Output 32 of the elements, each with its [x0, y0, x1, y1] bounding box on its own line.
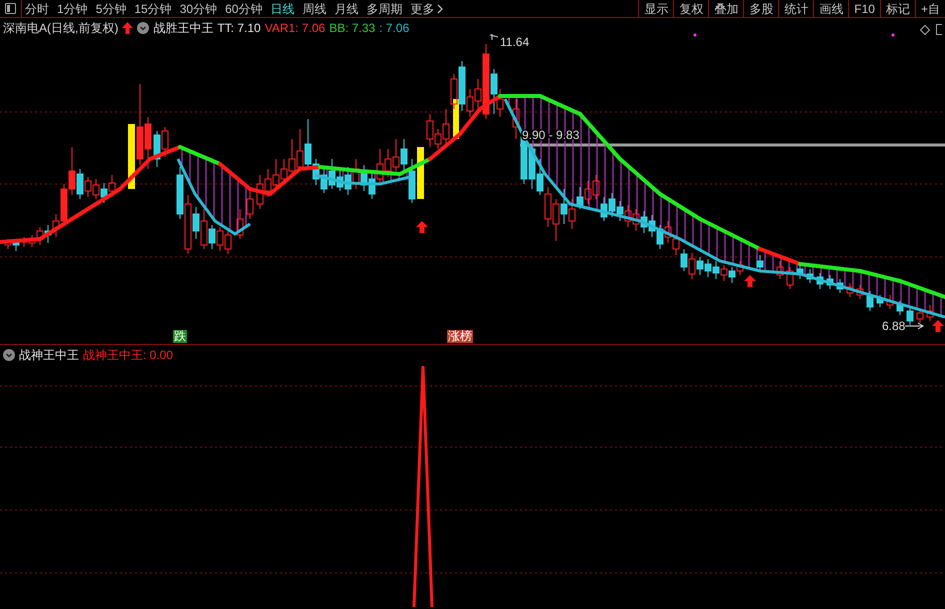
price-label: 6.88 — [882, 319, 906, 333]
signal-label: 跌 — [173, 330, 187, 343]
toolbar-button[interactable]: 统计 — [778, 0, 814, 17]
indicator-name: 战胜王中王 — [153, 20, 214, 37]
period-tab[interactable]: 月线 — [334, 0, 358, 16]
price-label: 11.64 — [500, 35, 530, 49]
period-tab[interactable]: 30分钟 — [180, 0, 218, 16]
indicator-value: TT: 7.10 — [217, 20, 261, 37]
period-tab[interactable]: 60分钟 — [225, 0, 262, 16]
indicator-value: BB: 7.33 — [329, 20, 376, 37]
indicator-name: 战神王中王 — [19, 347, 79, 364]
signal-label: 涨榜 — [447, 330, 473, 343]
period-tab[interactable]: 周线 — [302, 0, 326, 16]
period-tab[interactable]: 多周期 — [366, 0, 402, 16]
period-tab[interactable]: 分时 — [25, 0, 49, 16]
period-tab[interactable]: 5分钟 — [96, 0, 126, 16]
period-tab[interactable]: 15分钟 — [134, 0, 172, 16]
toolbar-button[interactable]: F10 — [848, 0, 880, 17]
indicator-value: 战神王中王: 0.00 — [83, 347, 174, 364]
indicator-value: VAR1: 7.06 — [264, 20, 326, 37]
toolbar-button[interactable]: 显示 — [638, 0, 674, 17]
toolbar-button[interactable]: 画线 — [813, 0, 848, 17]
toolbar-button[interactable]: 叠加 — [708, 0, 744, 17]
stock-title: 深南电A(日线,前复权) — [3, 20, 118, 37]
indicator-value: : 7.06 — [379, 20, 410, 37]
toolbar-button[interactable]: +自 — [914, 0, 945, 17]
toolbar-button[interactable]: 复权 — [673, 0, 708, 17]
toolbar-button[interactable]: 标记 — [880, 0, 915, 17]
period-tab[interactable]: 1分钟 — [57, 0, 88, 16]
period-tab[interactable]: 日线 — [270, 0, 294, 16]
toolbar-button[interactable]: 多股 — [743, 0, 778, 17]
period-tab[interactable]: 更多 — [410, 0, 434, 16]
